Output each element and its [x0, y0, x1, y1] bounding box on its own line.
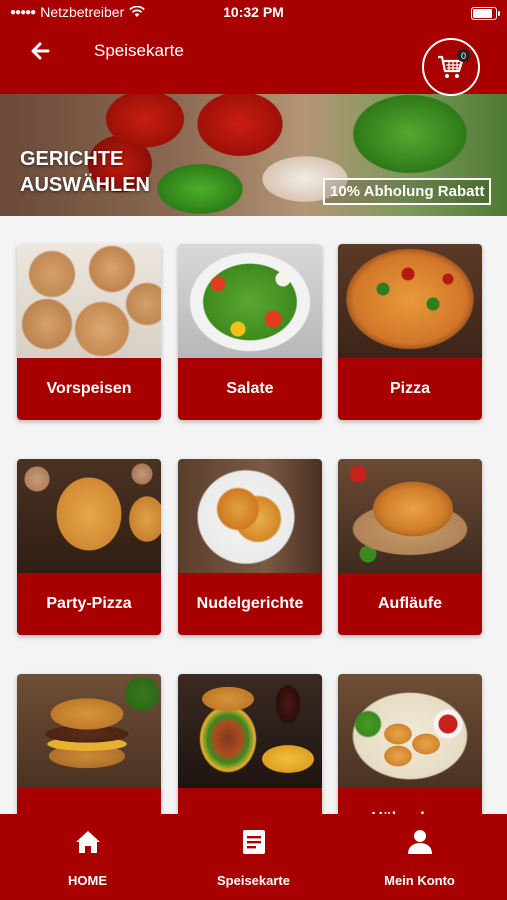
nudelgerichte-image: [178, 459, 322, 573]
category-label: Pizza: [338, 358, 482, 420]
category-label: Nudelgerichte: [178, 573, 322, 635]
cart-count-badge: 0: [457, 49, 470, 62]
account-icon: [407, 830, 432, 854]
category-label: Hähnchen: [338, 788, 482, 814]
cart-button[interactable]: 0: [422, 38, 480, 96]
category-grid: Vorspeisen Salate Pizza Party-Pizza Nude…: [0, 216, 507, 814]
category-card-burger-menu[interactable]: [178, 674, 322, 814]
home-icon: [75, 831, 100, 853]
category-label: [178, 788, 322, 814]
hero-title-line2: AUSWÄHLEN: [20, 174, 150, 196]
category-label: Salate: [178, 358, 322, 420]
category-label: [17, 788, 161, 814]
category-card-burger[interactable]: [17, 674, 161, 814]
category-label: Party-Pizza: [17, 573, 161, 635]
hero-banner: GERICHTE AUSWÄHLEN 10% Abholung Rabatt: [0, 94, 507, 216]
category-card-haehnchen[interactable]: Hähnchen: [338, 674, 482, 814]
nav-home[interactable]: HOME: [3, 814, 172, 900]
category-card-auflaeufe[interactable]: Aufläufe: [338, 459, 482, 635]
nav-mein-konto-label: Mein Konto: [384, 873, 455, 888]
category-card-vorspeisen[interactable]: Vorspeisen: [17, 244, 161, 420]
nav-speisekarte-label: Speisekarte: [217, 873, 290, 888]
status-time: 10:32 PM: [223, 4, 284, 20]
category-card-party-pizza[interactable]: Party-Pizza: [17, 459, 161, 635]
hero-title: GERICHTE AUSWÄHLEN: [20, 146, 180, 198]
category-card-salate[interactable]: Salate: [178, 244, 322, 420]
haehnchen-image: [338, 674, 482, 788]
party-pizza-image: [17, 459, 161, 573]
app-header: Speisekarte 0: [0, 26, 507, 96]
back-arrow-icon[interactable]: [26, 36, 56, 66]
status-bar: ●●●●● Netzbetreiber 10:32 PM: [0, 0, 507, 26]
promo-badge: 10% Abholung Rabatt: [323, 178, 492, 205]
pizza-image: [338, 244, 482, 358]
nav-mein-konto[interactable]: Mein Konto: [335, 814, 504, 900]
category-label: Aufläufe: [338, 573, 482, 635]
auflaeufe-image: [338, 459, 482, 573]
bottom-nav: HOME Speisekarte Mein Konto: [0, 814, 507, 900]
nav-home-label: HOME: [68, 873, 107, 888]
battery-level: [473, 9, 492, 18]
vorspeisen-image: [17, 244, 161, 358]
page-title: Speisekarte: [94, 41, 184, 60]
menu-icon: [242, 830, 265, 854]
category-label: Vorspeisen: [17, 358, 161, 420]
nav-speisekarte[interactable]: Speisekarte: [169, 814, 338, 900]
hero-title-line1: GERICHTE: [20, 148, 124, 170]
category-card-nudelgerichte[interactable]: Nudelgerichte: [178, 459, 322, 635]
salate-image: [178, 244, 322, 358]
category-card-pizza[interactable]: Pizza: [338, 244, 482, 420]
burger-image: [17, 674, 161, 788]
burger-menu-image: [178, 674, 322, 788]
battery-icon: [471, 7, 500, 20]
